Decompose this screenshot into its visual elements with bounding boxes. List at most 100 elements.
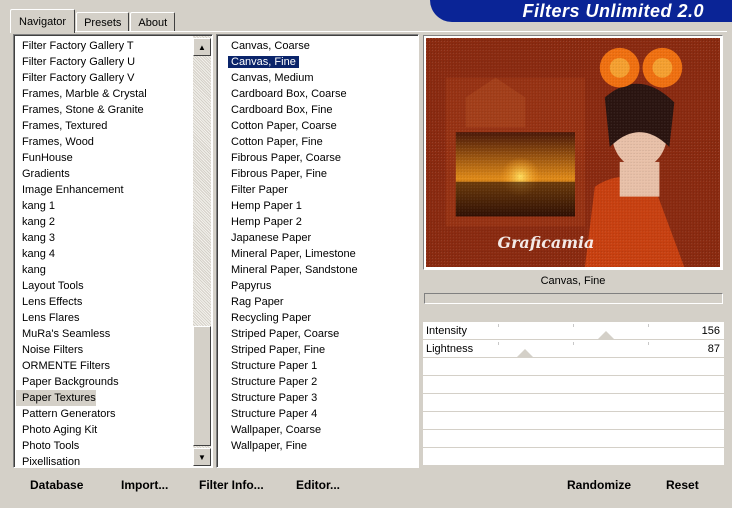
- filter-item[interactable]: Cotton Paper, Fine: [225, 134, 416, 150]
- category-item[interactable]: Pattern Generators: [16, 406, 192, 422]
- filter-item-label: Structure Paper 3: [231, 392, 318, 404]
- filter-item[interactable]: Rag Paper: [225, 294, 416, 310]
- category-item[interactable]: Paper Textures: [16, 390, 96, 406]
- filter-item[interactable]: Structure Paper 2: [225, 374, 416, 390]
- category-item[interactable]: Filter Factory Gallery U: [16, 54, 192, 70]
- category-item[interactable]: Frames, Stone & Granite: [16, 102, 192, 118]
- filter-item-label: Structure Paper 1: [231, 360, 318, 372]
- filter-item-label: Fibrous Paper, Fine: [231, 168, 327, 180]
- category-item[interactable]: MuRa's Seamless: [16, 326, 192, 342]
- filter-item-label: Wallpaper, Coarse: [231, 424, 322, 436]
- filter-item[interactable]: Hemp Paper 2: [225, 214, 416, 230]
- category-item[interactable]: Lens Effects: [16, 294, 192, 310]
- category-item[interactable]: Gradients: [16, 166, 192, 182]
- category-list[interactable]: Filter Factory Gallery T Filter Factory G…: [16, 38, 192, 467]
- slider-lightness[interactable]: Lightness 87: [423, 340, 724, 358]
- randomize-button[interactable]: Randomize: [567, 477, 631, 493]
- arrow-down-icon: ▼: [198, 452, 206, 462]
- category-item[interactable]: Frames, Marble & Crystal: [16, 86, 192, 102]
- filter-item-label: Wallpaper, Fine: [231, 440, 308, 452]
- filter-item[interactable]: Structure Paper 4: [225, 406, 416, 422]
- filter-item[interactable]: Cardboard Box, Fine: [225, 102, 416, 118]
- filter-item[interactable]: Wallpaper, Fine: [225, 438, 416, 454]
- database-button[interactable]: Database: [30, 477, 83, 493]
- filter-item-label: Striped Paper, Coarse: [231, 328, 340, 340]
- filter-item-label: Fibrous Paper, Coarse: [231, 152, 342, 164]
- empty-slider-slot: [423, 358, 724, 376]
- filter-item[interactable]: Canvas, Fine: [225, 54, 416, 70]
- slider-value: 87: [707, 343, 720, 355]
- filter-item[interactable]: Striped Paper, Fine: [225, 342, 416, 358]
- filter-item[interactable]: Canvas, Medium: [225, 70, 416, 86]
- slider-thumb[interactable]: [598, 331, 614, 339]
- category-item[interactable]: Filter Factory Gallery T: [16, 38, 192, 54]
- reset-button[interactable]: Reset: [666, 477, 699, 493]
- scroll-down-button[interactable]: ▼: [193, 448, 211, 466]
- category-item[interactable]: kang 1: [16, 198, 192, 214]
- editor-label: Editor...: [296, 478, 341, 492]
- arrow-up-icon: ▲: [198, 42, 206, 52]
- filter-item-label: Japanese Paper: [231, 232, 312, 244]
- scroll-up-button[interactable]: ▲: [193, 38, 211, 56]
- filter-item[interactable]: Striped Paper, Coarse: [225, 326, 416, 342]
- category-item[interactable]: Photo Tools: [16, 438, 192, 454]
- filter-item[interactable]: Cardboard Box, Coarse: [225, 86, 416, 102]
- filter-item-label: Cardboard Box, Fine: [231, 104, 333, 116]
- filter-item-label: Recycling Paper: [231, 312, 312, 324]
- tab-navigator[interactable]: Navigator: [10, 9, 76, 33]
- empty-slider-slot: [423, 448, 724, 466]
- category-item[interactable]: kang 3: [16, 230, 192, 246]
- tab-about[interactable]: About: [130, 12, 176, 32]
- filter-item[interactable]: Fibrous Paper, Fine: [225, 166, 416, 182]
- scroll-thumb[interactable]: [193, 326, 211, 446]
- filter-item[interactable]: Papyrus: [225, 278, 416, 294]
- import-button[interactable]: Import...: [121, 477, 168, 493]
- filter-item[interactable]: Recycling Paper: [225, 310, 416, 326]
- category-item[interactable]: Image Enhancement: [16, 182, 192, 198]
- category-item[interactable]: Paper Backgrounds: [16, 374, 192, 390]
- filter-item[interactable]: Cotton Paper, Coarse: [225, 118, 416, 134]
- filter-item[interactable]: Mineral Paper, Limestone: [225, 246, 416, 262]
- app-banner: Filters Unlimited 2.0: [430, 0, 732, 22]
- filter-item[interactable]: Structure Paper 3: [225, 390, 416, 406]
- category-item[interactable]: Frames, Textured: [16, 118, 192, 134]
- filter-list-panel[interactable]: Canvas, Coarse Canvas, Fine Canvas, Medium…: [216, 34, 419, 468]
- filter-item-label: Cotton Paper, Fine: [231, 136, 323, 148]
- filter-info-button[interactable]: Filter Info...: [199, 477, 264, 493]
- category-list-panel[interactable]: Filter Factory Gallery T Filter Factory G…: [13, 34, 213, 468]
- filter-item[interactable]: Japanese Paper: [225, 230, 416, 246]
- category-item[interactable]: Frames, Wood: [16, 134, 192, 150]
- filter-item[interactable]: Filter Paper: [225, 182, 416, 198]
- slider-tick: [498, 324, 499, 327]
- category-item[interactable]: Noise Filters: [16, 342, 192, 358]
- filter-item[interactable]: Hemp Paper 1: [225, 198, 416, 214]
- current-filter-name: Canvas, Fine: [540, 275, 606, 287]
- category-item[interactable]: kang 4: [16, 246, 192, 262]
- filter-item-label: Hemp Paper 1: [231, 200, 302, 212]
- category-item[interactable]: Lens Flares: [16, 310, 192, 326]
- slider-thumb[interactable]: [517, 349, 533, 357]
- category-item[interactable]: Pixellisation: [16, 454, 192, 467]
- filter-item[interactable]: Mineral Paper, Sandstone: [225, 262, 416, 278]
- filter-item[interactable]: Structure Paper 1: [225, 358, 416, 374]
- category-item[interactable]: kang: [16, 262, 192, 278]
- empty-slider-slot: [423, 376, 724, 394]
- category-item[interactable]: FunHouse: [16, 150, 192, 166]
- category-item[interactable]: Photo Aging Kit: [16, 422, 192, 438]
- slider-tick: [573, 342, 574, 345]
- parameter-sliders: Intensity 156 Lightness 87: [423, 322, 724, 466]
- editor-button[interactable]: Editor...: [296, 477, 340, 493]
- slider-intensity[interactable]: Intensity 156: [423, 322, 724, 340]
- filter-list[interactable]: Canvas, Coarse Canvas, Fine Canvas, Medium…: [225, 38, 416, 454]
- category-item[interactable]: Filter Factory Gallery V: [16, 70, 192, 86]
- category-scrollbar[interactable]: ▲ ▼: [193, 36, 211, 466]
- filter-item-label: Striped Paper, Fine: [231, 344, 326, 356]
- category-item[interactable]: ORMENTE Filters: [16, 358, 192, 374]
- category-item[interactable]: Layout Tools: [16, 278, 192, 294]
- filter-item[interactable]: Wallpaper, Coarse: [225, 422, 416, 438]
- filter-item-label: Cardboard Box, Coarse: [231, 88, 347, 100]
- filter-item[interactable]: Canvas, Coarse: [225, 38, 416, 54]
- tab-presets[interactable]: Presets: [76, 12, 130, 32]
- filter-item[interactable]: Fibrous Paper, Coarse: [225, 150, 416, 166]
- category-item[interactable]: kang 2: [16, 214, 192, 230]
